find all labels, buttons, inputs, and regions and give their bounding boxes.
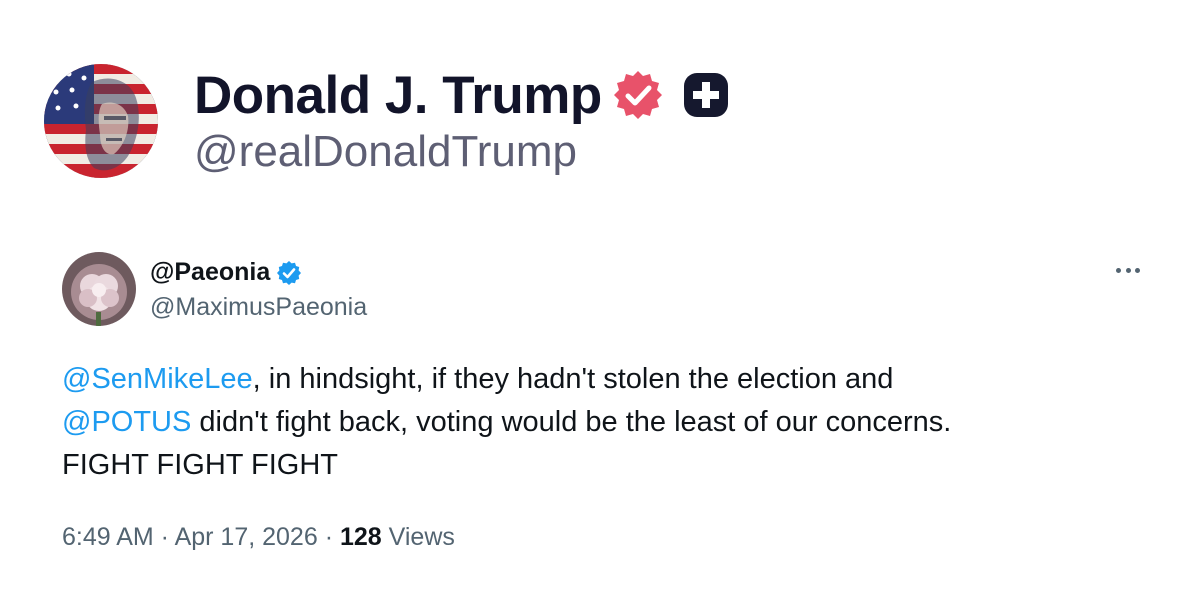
more-dot: [1125, 267, 1131, 273]
tweet-text-line: FIGHT FIGHT FIGHT: [62, 444, 1142, 487]
tweet-text-line: @SenMikeLee, in hindsight, if they hadn'…: [62, 358, 1142, 401]
more-options-icon[interactable]: [1116, 260, 1140, 280]
mention-link-senmikelee[interactable]: @SenMikeLee: [62, 363, 253, 395]
quoted-author-handle[interactable]: @MaximusPaeonia: [150, 293, 367, 322]
tweet-text-segment: , in hindsight, if they hadn't stolen th…: [252, 363, 894, 395]
author-display-name[interactable]: Donald J. Trump: [194, 65, 602, 126]
tweet-text-line: @POTUS didn't fight back, voting would b…: [62, 401, 1142, 444]
author-handle[interactable]: @realDonaldTrump: [194, 127, 730, 177]
views-count: 128: [339, 523, 382, 551]
author-avatar[interactable]: [44, 64, 158, 178]
quoted-author-name[interactable]: @Paeonia: [150, 258, 270, 287]
tweet-metadata: 6:49 AM · Apr 17, 2026 · 128 Views: [62, 523, 1142, 552]
blue-verified-icon: [277, 260, 302, 285]
quoted-tweet: @Paeonia @MaximusPaeonia @SenMikeLee, in…: [62, 252, 1142, 552]
quoted-tweet-text: @SenMikeLee, in hindsight, if they hadn'…: [62, 358, 1142, 487]
author-avatar-image: [44, 64, 158, 178]
quoted-tweet-header: @Paeonia @MaximusPaeonia: [62, 252, 1142, 326]
meta-separator: ·: [153, 523, 175, 551]
quoted-author-avatar[interactable]: [62, 252, 136, 326]
author-name-row: Donald J. Trump: [194, 63, 730, 127]
quoted-author-identity: @Paeonia @MaximusPaeonia: [150, 257, 367, 322]
more-dot: [1135, 267, 1140, 273]
verified-badge-icon: [612, 69, 664, 121]
tweet-text-segment: didn't fight back, voting would be the l…: [191, 406, 952, 438]
tweet-text-segment: FIGHT FIGHT FIGHT: [62, 449, 339, 481]
plus-badge-icon[interactable]: [682, 71, 730, 119]
mention-link-potus[interactable]: @POTUS: [62, 406, 191, 438]
meta-separator: ·: [317, 523, 340, 551]
author-identity: Donald J. Trump @realDonaldTrump: [194, 63, 730, 177]
views-label[interactable]: Views: [382, 523, 455, 551]
more-dot: [1116, 267, 1121, 273]
post-screenshot: Donald J. Trump @realDonaldTrump @Paeoni…: [0, 0, 1200, 603]
flower-avatar-image: [62, 252, 136, 326]
tweet-date[interactable]: Apr 17, 2026: [175, 523, 318, 551]
post-header: Donald J. Trump @realDonaldTrump: [44, 64, 730, 178]
quoted-author-name-row: @Paeonia: [150, 257, 367, 289]
tweet-time[interactable]: 6:49 AM: [62, 523, 154, 551]
